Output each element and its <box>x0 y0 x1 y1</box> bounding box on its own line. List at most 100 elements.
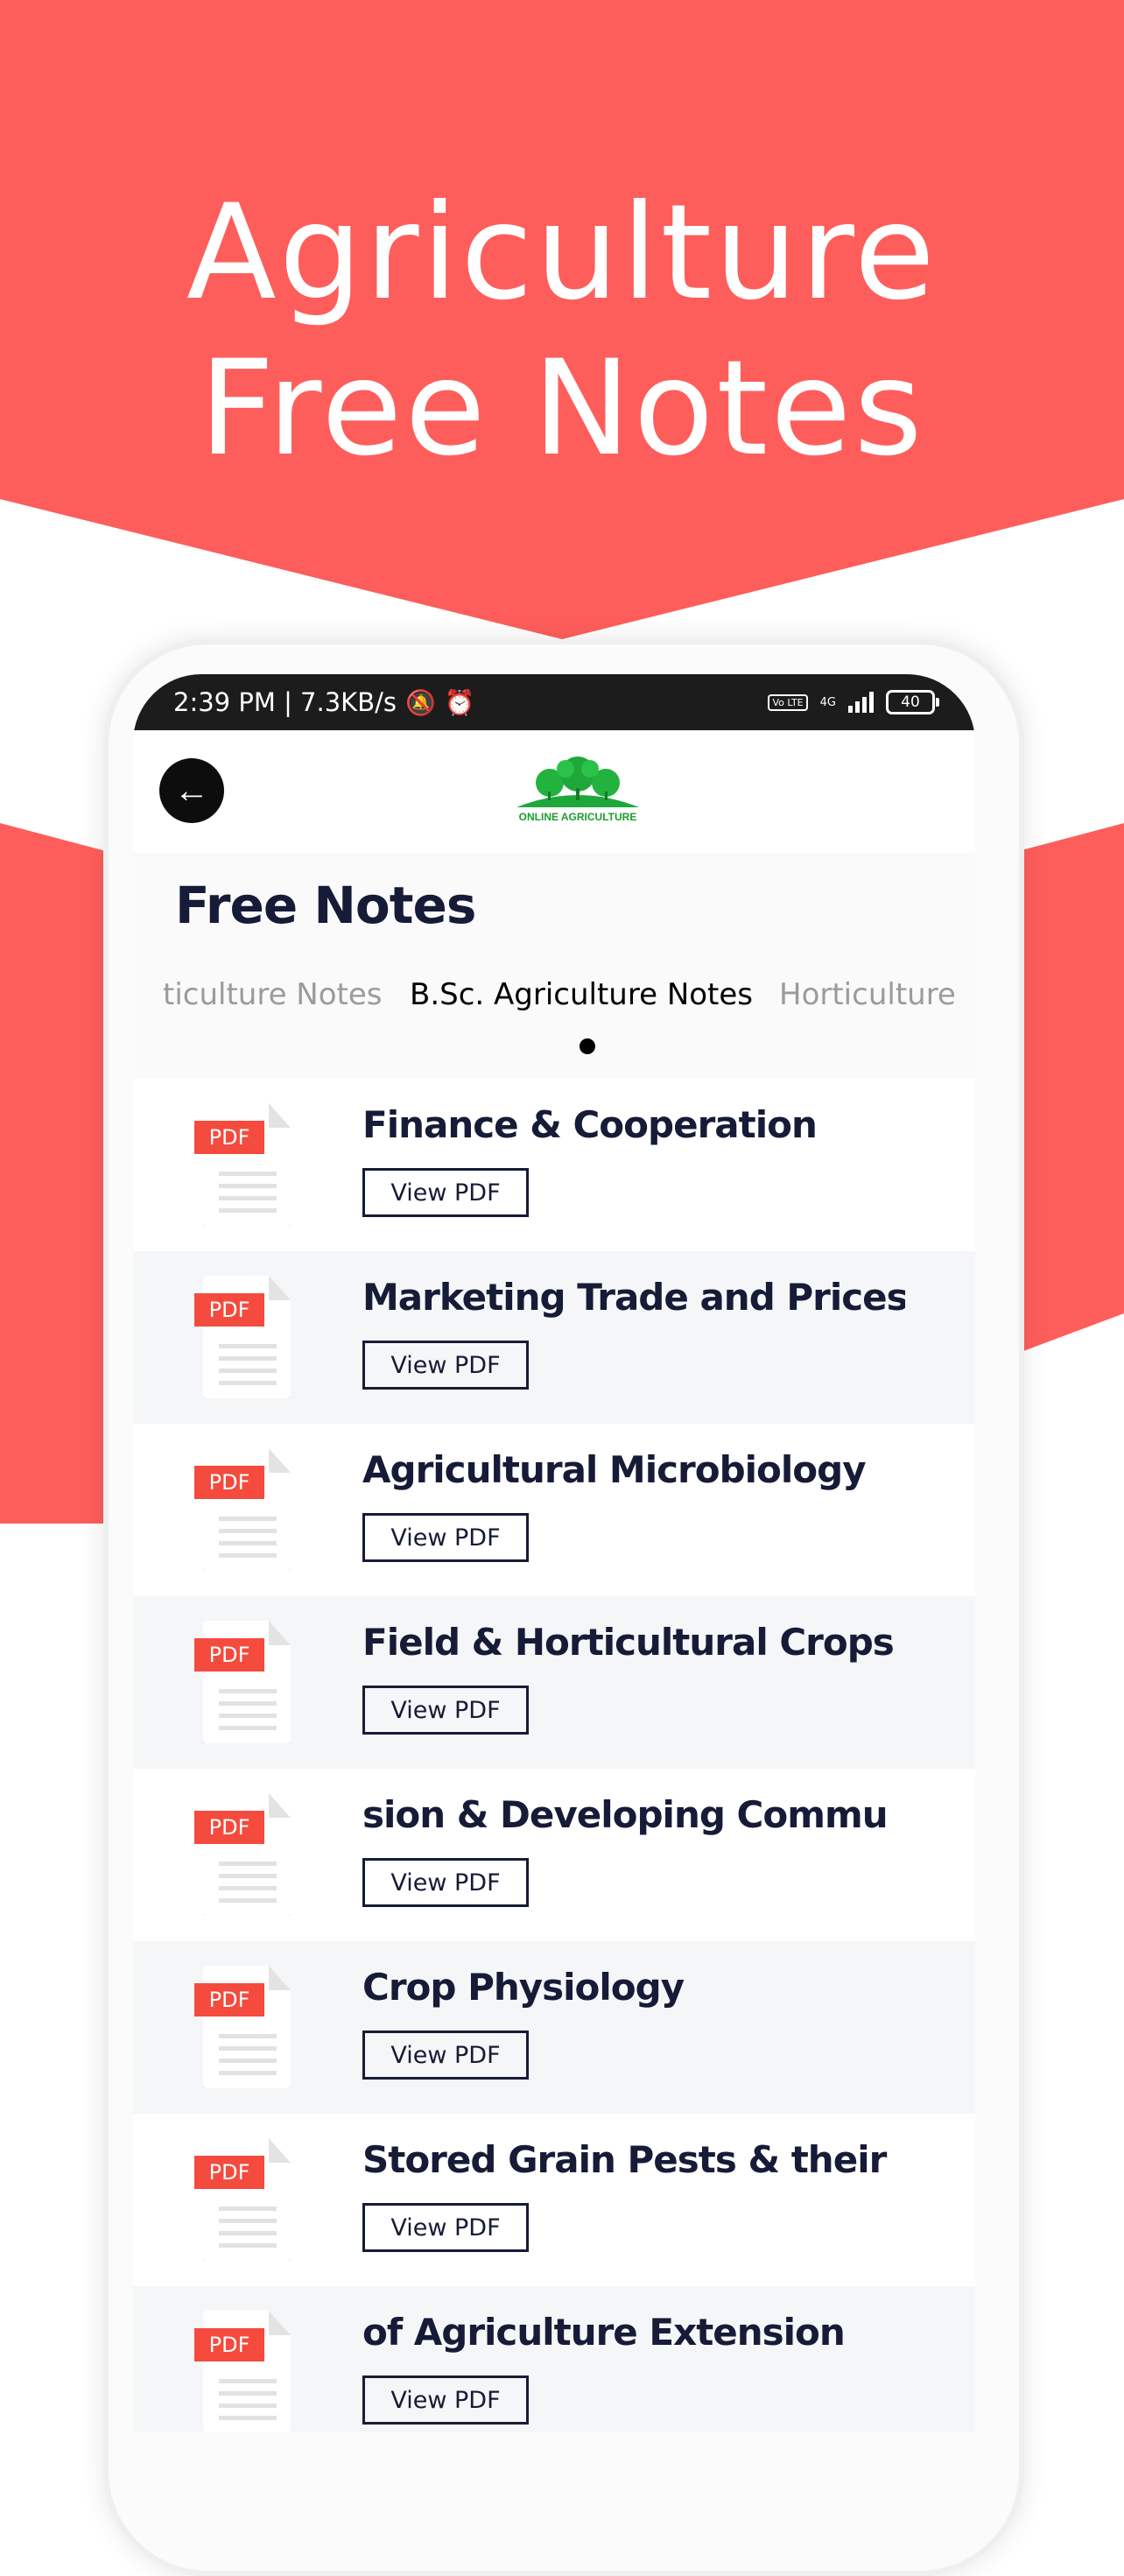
notes-list: PDF Finance & Cooperation View PDF PDF Marke… <box>133 1079 975 2432</box>
app-logo: ONLINE AGRICULTURE <box>499 757 657 827</box>
back-button[interactable]: ← <box>159 758 224 823</box>
trees-logo-icon <box>516 757 639 807</box>
pdf-text-line <box>219 1344 277 1348</box>
note-list-item[interactable]: PDF Field & Horticultural Crops View PDF <box>133 1596 975 1769</box>
arrow-left-icon: ← <box>174 771 209 810</box>
note-title: Crop Physiology <box>362 1966 685 2009</box>
pdf-page-fold <box>269 1793 291 1818</box>
pdf-file-icon: PDF <box>194 2311 291 2432</box>
view-pdf-button[interactable]: View PDF <box>362 1341 529 1390</box>
headline-line-2: Free Notes <box>199 333 925 485</box>
volte-icon: Vo LTE <box>768 693 808 711</box>
pdf-text-line <box>219 2059 277 2063</box>
tab-bsc-agriculture-notes[interactable]: B.Sc. Agriculture Notes <box>410 977 753 1012</box>
pdf-text-line <box>219 2034 277 2038</box>
tab-horticulture[interactable]: Horticulture <box>779 977 956 1012</box>
pdf-text-line <box>219 1862 277 1866</box>
pdf-page-fold <box>269 1448 291 1473</box>
pdf-text-line <box>219 1356 277 1361</box>
pdf-label: PDF <box>194 1811 264 1844</box>
note-title: Field & Horticultural Crops <box>362 1621 895 1664</box>
pdf-page-fold <box>269 2311 291 2335</box>
pdf-text-line <box>219 2416 277 2420</box>
logo-text: ONLINE AGRICULTURE <box>518 811 637 823</box>
pdf-text-line <box>219 2219 277 2223</box>
pdf-file-icon: PDF <box>194 1621 291 1743</box>
mute-notification-icon: 🔕 <box>404 687 436 717</box>
active-tab-indicator <box>580 1038 595 1054</box>
note-title: Stored Grain Pests & their <box>362 2138 887 2181</box>
note-title: Agricultural Microbiology <box>362 1448 867 1491</box>
pdf-page-fold <box>269 1103 291 1128</box>
pdf-file-icon: PDF <box>194 1793 291 1916</box>
note-list-item[interactable]: PDF Agricultural Microbiology View PDF <box>133 1424 975 1596</box>
tab-agriculture-notes[interactable]: ticulture Notes <box>163 977 383 1012</box>
pdf-label: PDF <box>194 1293 264 1327</box>
pdf-file-icon: PDF <box>194 1966 291 2088</box>
note-list-item[interactable]: PDF Finance & Cooperation View PDF <box>133 1079 975 1251</box>
pdf-file-icon: PDF <box>194 1276 291 1398</box>
view-pdf-button[interactable]: View PDF <box>362 1168 529 1217</box>
note-title: of Agriculture Extension <box>362 2311 846 2354</box>
pdf-text-line <box>219 1517 277 1521</box>
view-pdf-button[interactable]: View PDF <box>362 2031 529 2080</box>
pdf-label: PDF <box>194 1983 264 2016</box>
network-type: 4G <box>819 695 836 709</box>
title-section: Free Notes ticulture Notes B.Sc. Agricul… <box>133 853 975 1079</box>
pdf-text-line <box>219 1701 277 1706</box>
pdf-text-line <box>219 1874 277 1878</box>
pdf-text-line <box>219 1553 277 1558</box>
pdf-text-line <box>219 2404 277 2408</box>
pdf-text-line <box>219 2243 277 2248</box>
view-pdf-button[interactable]: View PDF <box>362 1686 529 1735</box>
note-list-item[interactable]: PDF of Agriculture Extension View PDF <box>133 2286 975 2432</box>
pdf-text-line <box>219 1184 277 1188</box>
pdf-text-line <box>219 1529 277 1533</box>
pdf-label: PDF <box>194 2156 264 2189</box>
pdf-text-line <box>219 1369 277 1373</box>
category-tabs: ticulture Notes B.Sc. Agriculture Notes … <box>133 977 975 1030</box>
note-list-item[interactable]: PDF Crop Physiology View PDF <box>133 1941 975 2114</box>
note-title: Marketing Trade and Prices <box>362 1276 905 1319</box>
page-title: Free Notes <box>175 876 476 935</box>
pdf-text-line <box>219 1898 277 1903</box>
pdf-text-line <box>219 2206 277 2211</box>
pdf-label: PDF <box>194 1466 264 1499</box>
pdf-text-line <box>219 2379 277 2383</box>
pdf-page-fold <box>269 2138 291 2163</box>
view-pdf-button[interactable]: View PDF <box>362 2203 529 2252</box>
app-bar: ← ONLINE AGRICULTURE <box>133 730 975 853</box>
pdf-text-line <box>219 1886 277 1890</box>
status-time: 2:39 PM | 7.3KB/s <box>173 687 397 717</box>
view-pdf-button[interactable]: View PDF <box>362 1858 529 1907</box>
pdf-label: PDF <box>194 1121 264 1154</box>
view-pdf-button[interactable]: View PDF <box>362 2375 529 2425</box>
pdf-file-icon: PDF <box>194 1448 291 1571</box>
pdf-page-fold <box>269 1621 291 1645</box>
pdf-text-line <box>219 1196 277 1200</box>
headline-line-1: Agriculture <box>186 177 938 329</box>
pdf-text-line <box>219 1541 277 1545</box>
pdf-label: PDF <box>194 1638 264 1672</box>
signal-icon <box>848 692 874 713</box>
note-title: sion & Developing Commu <box>362 1793 889 1836</box>
pdf-text-line <box>219 1714 277 1718</box>
pdf-text-line <box>219 1172 277 1176</box>
note-list-item[interactable]: PDF Marketing Trade and Prices View PDF <box>133 1251 975 1424</box>
note-list-item[interactable]: PDF Stored Grain Pests & their View PDF <box>133 2114 975 2286</box>
pdf-text-line <box>219 2071 277 2075</box>
app-screen: 2:39 PM | 7.3KB/s 🔕 ⏰ Vo LTE 4G 40 ← ONL… <box>133 674 975 2432</box>
promo-headline: Agriculture Free Notes <box>0 175 1124 487</box>
view-pdf-button[interactable]: View PDF <box>362 1513 529 1562</box>
pdf-page-fold <box>269 1276 291 1300</box>
pdf-label: PDF <box>194 2328 264 2361</box>
pdf-text-line <box>219 1208 277 1213</box>
pdf-text-line <box>219 2391 277 2396</box>
alarm-icon: ⏰ <box>444 687 475 717</box>
pdf-text-line <box>219 2046 277 2051</box>
note-list-item[interactable]: PDF sion & Developing Commu View PDF <box>133 1769 975 1941</box>
pdf-file-icon: PDF <box>194 2138 291 2261</box>
battery-icon: 40 <box>886 690 939 714</box>
pdf-file-icon: PDF <box>194 1103 291 1226</box>
pdf-text-line <box>219 1689 277 1693</box>
